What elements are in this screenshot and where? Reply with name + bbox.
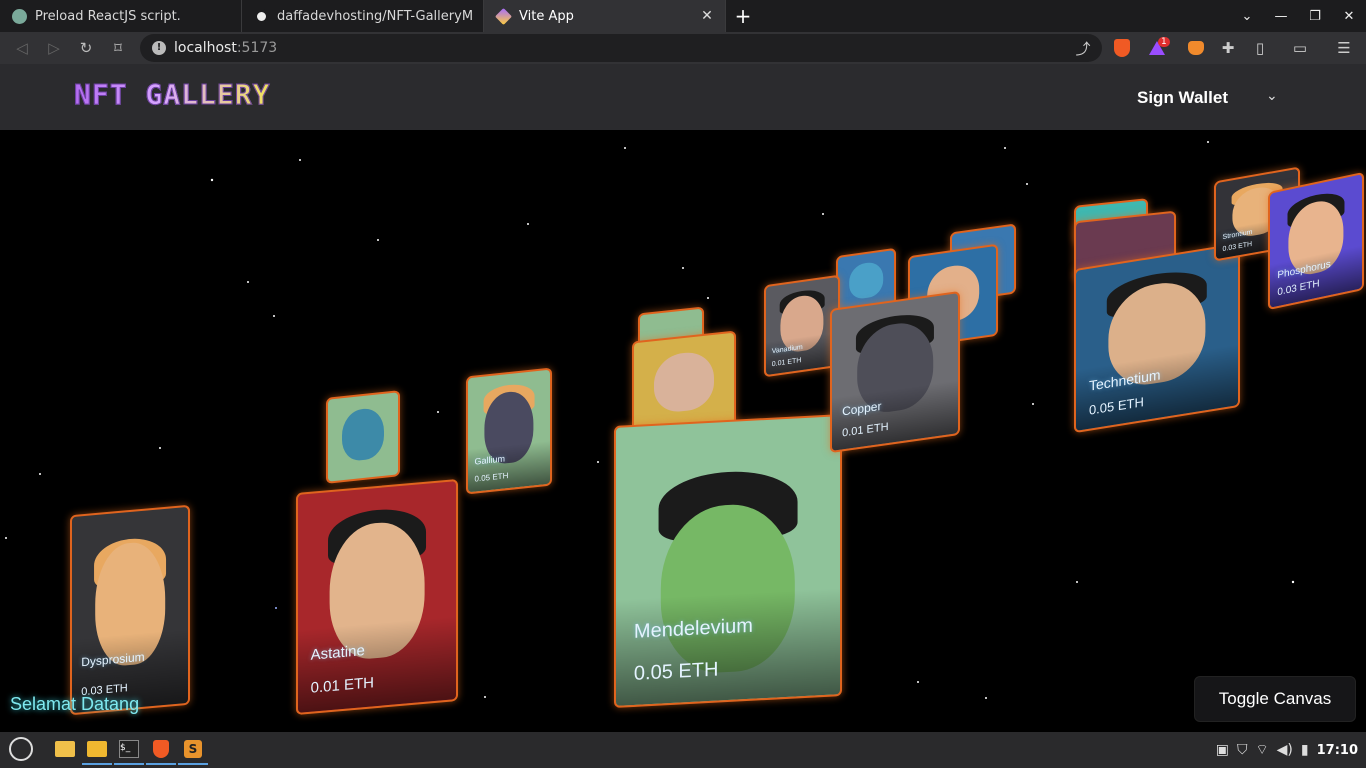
vite-icon — [495, 7, 512, 25]
tab-vite-app[interactable]: Vite App ✕ — [484, 0, 726, 32]
nft-card-dysprosium[interactable]: Dysprosium 0.03 ETH — [70, 504, 190, 716]
wallet-icon[interactable]: ▭ — [1285, 32, 1315, 64]
brave-shields-icon[interactable] — [1107, 32, 1137, 64]
chatgpt-icon — [12, 8, 27, 24]
terminal-icon[interactable]: $_ — [114, 735, 144, 765]
url-host: localhost — [174, 40, 237, 56]
url-port: :5173 — [236, 40, 278, 56]
volume-icon[interactable]: ◀) — [1277, 742, 1293, 758]
tab-title: Vite App — [519, 8, 574, 24]
sign-wallet-button[interactable]: Sign Wallet — [1137, 88, 1228, 108]
share-icon[interactable]: ⤴ — [1068, 32, 1098, 64]
nft-gallery-logo[interactable]: NFT GALLERY — [73, 78, 270, 112]
toggle-canvas-button[interactable]: Toggle Canvas — [1194, 676, 1356, 722]
chevron-down-icon[interactable]: ⌄ — [1266, 88, 1278, 104]
forward-icon[interactable]: ▷ — [38, 34, 70, 62]
avatar-face — [342, 406, 384, 463]
bookmark-icon[interactable]: ⌑ — [102, 34, 134, 62]
extensions-icon[interactable]: ✚ — [1213, 32, 1243, 64]
address-bar[interactable]: ! localhost:5173 — [140, 34, 1102, 62]
card-shade — [298, 616, 456, 713]
nft-card-gallium[interactable]: Gallium 0.05 ETH — [466, 367, 552, 495]
tab-title: Preload ReactJS script. — [35, 8, 181, 24]
sidebar-icon[interactable]: ▯ — [1245, 32, 1275, 64]
card-shade — [468, 440, 550, 493]
nft-card-background[interactable] — [326, 390, 400, 484]
brave-rewards-icon[interactable]: 1 — [1142, 32, 1172, 64]
shield-icon[interactable]: ⛉ — [1237, 742, 1248, 758]
tab-preload-reactjs[interactable]: Preload ReactJS script. — [0, 0, 242, 32]
nft-card-technetium[interactable]: Technetium 0.05 ETH — [1074, 242, 1240, 434]
tab-github[interactable]: daffadevhosting/NFT-GalleryMark — [242, 0, 484, 32]
window-controls: ⌄ — ❐ ✕ — [1230, 0, 1366, 32]
system-tray: ▣ ⛉ ⌔ ◀) ▮ 17:10 — [1216, 741, 1366, 759]
nft-card-phosphorus[interactable]: Phosphorus 0.03 ETH — [1268, 171, 1364, 311]
avatar-face — [654, 349, 714, 415]
maximize-icon[interactable]: ❐ — [1298, 9, 1332, 24]
tab-title: daffadevhosting/NFT-GalleryMark — [277, 8, 473, 24]
reload-icon[interactable]: ↻ — [70, 34, 102, 62]
github-icon — [254, 8, 269, 24]
wifi-icon[interactable]: ⌔ — [1255, 741, 1268, 759]
close-window-icon[interactable]: ✕ — [1332, 9, 1366, 24]
site-info-icon[interactable]: ! — [152, 41, 166, 55]
back-icon[interactable]: ◁ — [6, 34, 38, 62]
nft-card-vanadium[interactable]: Vanadium 0.01 ETH — [764, 274, 840, 378]
battery-icon[interactable]: ▮ — [1301, 742, 1309, 758]
tab-search-chevron-icon[interactable]: ⌄ — [1230, 9, 1264, 24]
welcome-text: Selamat Datang — [10, 694, 140, 714]
sublime-text-icon[interactable]: S — [178, 735, 208, 765]
brave-browser-icon[interactable] — [146, 735, 176, 765]
clipboard-icon[interactable]: ▣ — [1216, 742, 1229, 758]
files-icon[interactable] — [82, 735, 112, 765]
app-page: NFT GALLERY Sign Wallet ⌄ Dysprosium 0.0… — [0, 64, 1366, 732]
close-tab-icon[interactable]: ✕ — [699, 8, 715, 24]
avatar-face — [849, 260, 883, 301]
browser-tab-strip: Preload ReactJS script. daffadevhosting/… — [0, 0, 1366, 32]
nft-price: 0.05 ETH — [633, 658, 719, 685]
os-taskbar: $_ S ▣ ⛉ ⌔ ◀) ▮ 17:10 — [0, 732, 1366, 768]
nft-card-copper[interactable]: Copper 0.01 ETH — [830, 290, 960, 454]
metamask-icon[interactable] — [1181, 32, 1211, 64]
nft-card-astatine[interactable]: Astatine 0.01 ETH — [296, 478, 458, 716]
clock[interactable]: 17:10 — [1317, 743, 1358, 758]
nft-card-mendelevium[interactable]: Mendelevium 0.05 ETH — [614, 414, 842, 708]
menu-icon[interactable]: ☰ — [1329, 32, 1359, 64]
rewards-badge: 1 — [1158, 37, 1170, 47]
app-navbar: NFT GALLERY Sign Wallet ⌄ — [0, 64, 1366, 130]
card-shade — [616, 588, 840, 706]
new-tab-icon[interactable]: + — [726, 0, 760, 32]
show-desktop-icon[interactable] — [50, 735, 80, 765]
mint-menu-icon[interactable] — [6, 735, 36, 765]
minimize-icon[interactable]: — — [1264, 9, 1298, 24]
